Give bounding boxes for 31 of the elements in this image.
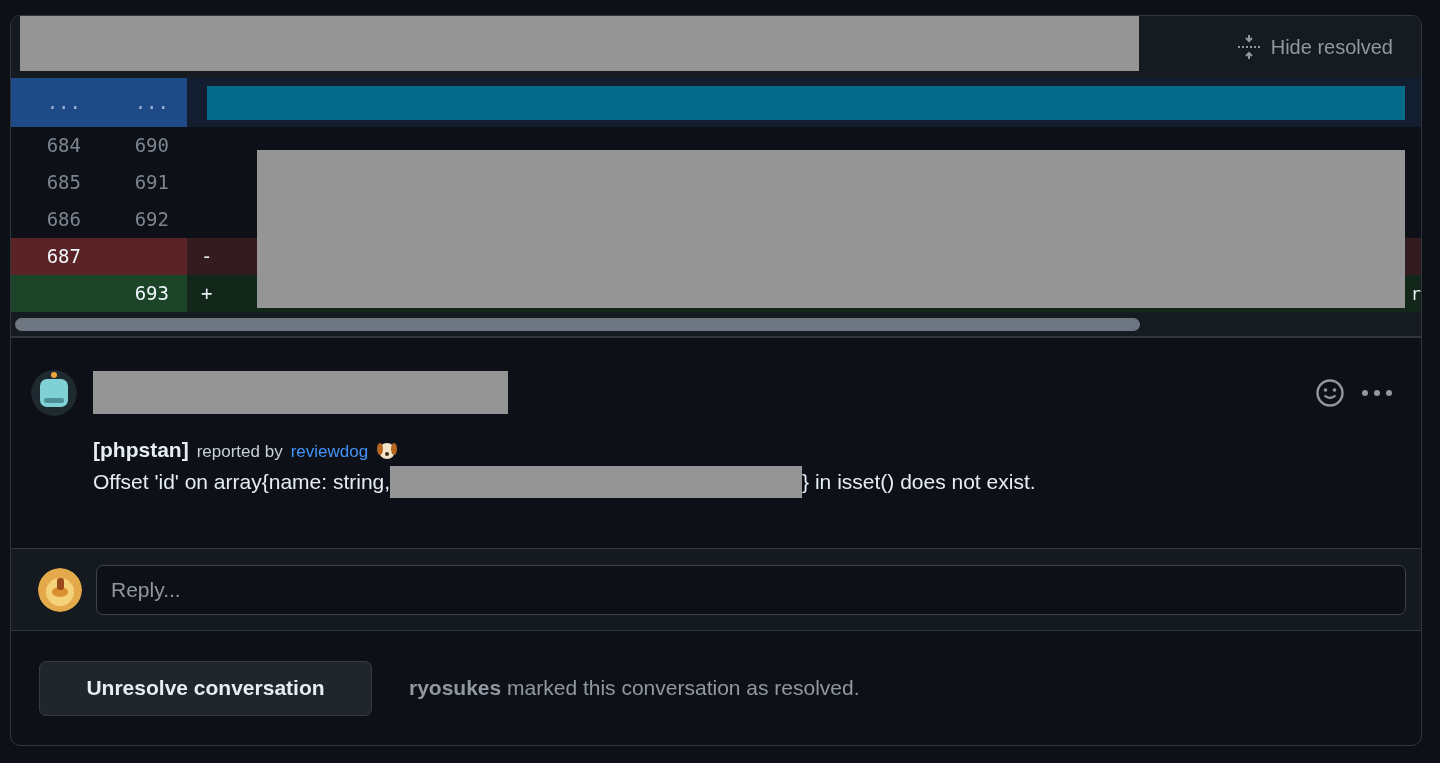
diff-sign: + bbox=[201, 282, 213, 304]
line-number: 685 bbox=[45, 170, 82, 195]
bot-link[interactable]: reviewdog bbox=[290, 439, 369, 465]
avatar bbox=[38, 567, 82, 612]
expand-line-number[interactable]: ... bbox=[99, 78, 187, 127]
smiley-icon bbox=[1315, 378, 1345, 408]
reply-field[interactable]: Reply... bbox=[96, 564, 1406, 615]
unfold-icon bbox=[1236, 34, 1261, 60]
line-number: 691 bbox=[133, 170, 170, 195]
message-text: Offset 'id' on array{name: string, bbox=[93, 468, 391, 495]
scrollbar[interactable] bbox=[11, 312, 1421, 338]
diff-sign: - bbox=[201, 245, 213, 267]
unresolve-conversation-button[interactable]: Unresolve conversation bbox=[39, 660, 372, 716]
line-number: 686 bbox=[45, 207, 82, 232]
line-number: 690 bbox=[133, 133, 170, 158]
line-number: 687 bbox=[11, 238, 99, 275]
resolved-status-text: ryosukes marked this conversation as resolved. bbox=[409, 675, 860, 702]
hide-resolved-button[interactable]: Hide resolved bbox=[1236, 32, 1393, 62]
expand-line-number[interactable]: ... bbox=[11, 78, 99, 127]
emoji-reaction-button[interactable] bbox=[1315, 378, 1345, 408]
more-icon bbox=[1361, 389, 1393, 397]
scrollbar-thumb[interactable] bbox=[15, 317, 1140, 331]
more-options-button[interactable] bbox=[1361, 389, 1393, 397]
line-number: 684 bbox=[45, 133, 82, 158]
line-number: 693 bbox=[99, 275, 187, 312]
message-text: } in isset() does not exist. bbox=[802, 468, 1036, 495]
line-number: 692 bbox=[133, 207, 170, 232]
tool-name: [phpstan] bbox=[93, 437, 189, 463]
avatar bbox=[31, 370, 77, 416]
reported-by-text: reported by bbox=[196, 441, 283, 463]
code-text: r bbox=[1410, 284, 1421, 304]
